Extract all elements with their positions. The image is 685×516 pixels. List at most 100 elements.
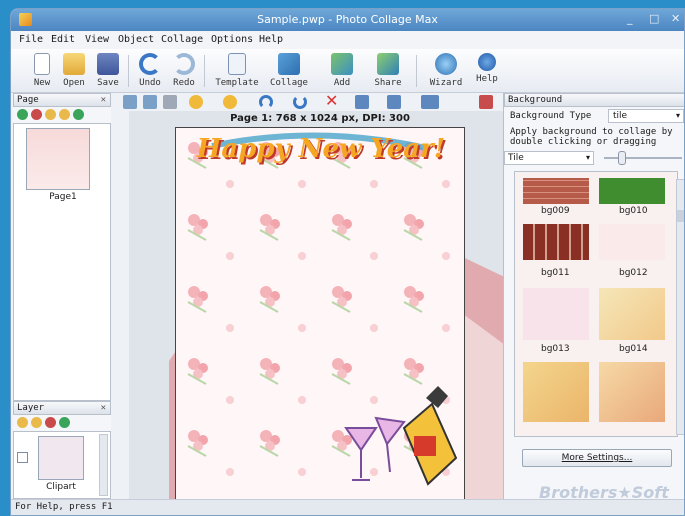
tile-size-slider[interactable]	[604, 151, 682, 165]
thumbnail-scrollbar[interactable]	[676, 179, 684, 435]
thumbnail-label: bg013	[541, 344, 570, 354]
thumbnail-bg012[interactable]	[599, 224, 665, 260]
tile-mode-select[interactable]: Tile ▾	[504, 151, 594, 165]
thumbnail-bg016[interactable]	[599, 362, 665, 422]
open-button[interactable]: Open	[57, 51, 91, 91]
background-panel-title: Background	[508, 95, 563, 105]
delete-layer-icon[interactable]	[45, 417, 56, 428]
layer-thumbnail[interactable]	[38, 436, 84, 480]
toolbar-divider	[416, 55, 417, 87]
tile-mode-value: Tile	[508, 153, 524, 163]
menu-bar: File Edit View Object Collage Options He…	[11, 31, 684, 49]
menu-object[interactable]: Object	[118, 34, 154, 45]
wizard-icon	[435, 53, 457, 75]
thumbnail-bg010[interactable]	[599, 178, 665, 204]
refresh-icon[interactable]	[59, 417, 70, 428]
layer-panel-header: Layer ✕	[13, 401, 111, 415]
refresh-icon[interactable]	[73, 109, 84, 120]
new-file-icon	[34, 53, 50, 75]
redo-arrow-icon	[173, 53, 195, 75]
app-window: Sample.pwp - Photo Collage Max _ □ ✕ Fil…	[10, 8, 685, 516]
thumbnail-bg014[interactable]	[599, 288, 665, 340]
actual-size-icon[interactable]	[143, 95, 157, 109]
delete-icon[interactable]: ✕	[325, 93, 338, 109]
canvas-area[interactable]: Page 1: 768 x 1024 px, DPI: 300 Happy Ne…	[129, 111, 513, 515]
add-label: Add	[333, 78, 351, 88]
rotate-right-icon[interactable]	[223, 95, 237, 109]
background-type-select[interactable]: tile ▾	[608, 109, 684, 123]
collage-icon	[278, 53, 300, 75]
move-up-icon[interactable]	[45, 109, 56, 120]
undo-icon[interactable]	[293, 95, 307, 109]
open-label: Open	[63, 78, 85, 88]
crop-icon[interactable]	[163, 95, 177, 109]
thumbnail-bg011[interactable]	[523, 224, 589, 260]
save-label: Save	[97, 78, 119, 88]
page-thumbnail[interactable]	[26, 128, 90, 190]
move-down-icon[interactable]	[59, 109, 70, 120]
layer-panel-tools	[13, 415, 111, 431]
greeting-title: Happy New Year!	[196, 134, 446, 164]
layer-label: Clipart	[46, 482, 76, 492]
layer-down-icon[interactable]	[31, 417, 42, 428]
delete-page-icon[interactable]	[31, 109, 42, 120]
thumbnail-label: bg014	[619, 344, 648, 354]
rotate-left-icon[interactable]	[189, 95, 203, 109]
layer-visible-checkbox[interactable]	[17, 452, 28, 463]
add-page-icon[interactable]	[17, 109, 28, 120]
thumbnail-label: bg009	[541, 206, 570, 216]
thumbnail-bg013[interactable]	[523, 288, 589, 340]
menu-edit[interactable]: Edit	[51, 34, 75, 45]
scrollbar-thumb[interactable]	[677, 210, 684, 222]
save-button[interactable]: Save	[91, 51, 125, 91]
slider-handle[interactable]	[618, 151, 626, 165]
align-icon[interactable]	[355, 95, 369, 109]
chevron-down-icon: ▾	[675, 111, 680, 120]
help-label: Help	[476, 74, 498, 84]
collage-button[interactable]: Collage	[269, 51, 309, 91]
redo-icon[interactable]	[259, 95, 273, 109]
collage-page[interactable]: Happy New Year!	[175, 127, 465, 515]
more-settings-button[interactable]: More Settings...	[522, 449, 672, 467]
template-icon	[228, 53, 246, 75]
close-icon[interactable]: ✕	[101, 402, 106, 414]
menu-view[interactable]: View	[85, 34, 109, 45]
menu-options[interactable]: Options	[211, 34, 253, 45]
new-button[interactable]: New	[25, 51, 59, 91]
page-size-icon[interactable]	[421, 95, 439, 109]
background-panel-header: Background	[504, 93, 684, 107]
title-bar: Sample.pwp - Photo Collage Max _ □ ✕	[11, 9, 684, 31]
layer-panel-title: Layer	[17, 403, 45, 413]
thumbnail-bg009[interactable]	[523, 178, 589, 204]
share-label: Share	[374, 78, 402, 88]
page-panel-title: Page	[17, 95, 39, 105]
menu-file[interactable]: File	[19, 34, 43, 45]
redo-button[interactable]: Redo	[167, 51, 201, 91]
menu-collage[interactable]: Collage	[161, 34, 203, 45]
thumbnail-bg015[interactable]	[523, 362, 589, 422]
background-type-value: tile	[613, 111, 628, 121]
canvas-toolbar: ✕	[113, 93, 503, 111]
share-button[interactable]: Share	[371, 51, 405, 91]
arrange-icon[interactable]	[387, 95, 401, 109]
undo-button[interactable]: Undo	[133, 51, 167, 91]
page-thumbnail-label: Page1	[49, 192, 77, 202]
share-icon	[377, 53, 399, 75]
page-panel-header: Page ✕	[13, 93, 111, 107]
layer-scrollbar[interactable]	[99, 434, 108, 496]
layer-up-icon[interactable]	[17, 417, 28, 428]
close-canvas-icon[interactable]	[479, 95, 493, 109]
add-button[interactable]: Add	[325, 51, 359, 91]
main-toolbar: New Open Save Undo Redo Template Collage	[11, 49, 684, 93]
undo-arrow-icon	[139, 53, 161, 75]
maximize-button[interactable]: □	[649, 12, 659, 25]
menu-help[interactable]: Help	[259, 34, 283, 45]
close-icon[interactable]: ✕	[101, 94, 106, 106]
wizard-button[interactable]: Wizard	[427, 51, 465, 91]
fit-page-icon[interactable]	[123, 95, 137, 109]
template-button[interactable]: Template	[215, 51, 259, 91]
help-button[interactable]: Help	[473, 51, 501, 91]
close-button[interactable]: ✕	[671, 12, 680, 25]
template-label: Template	[215, 78, 259, 88]
minimize-button[interactable]: _	[627, 12, 633, 25]
